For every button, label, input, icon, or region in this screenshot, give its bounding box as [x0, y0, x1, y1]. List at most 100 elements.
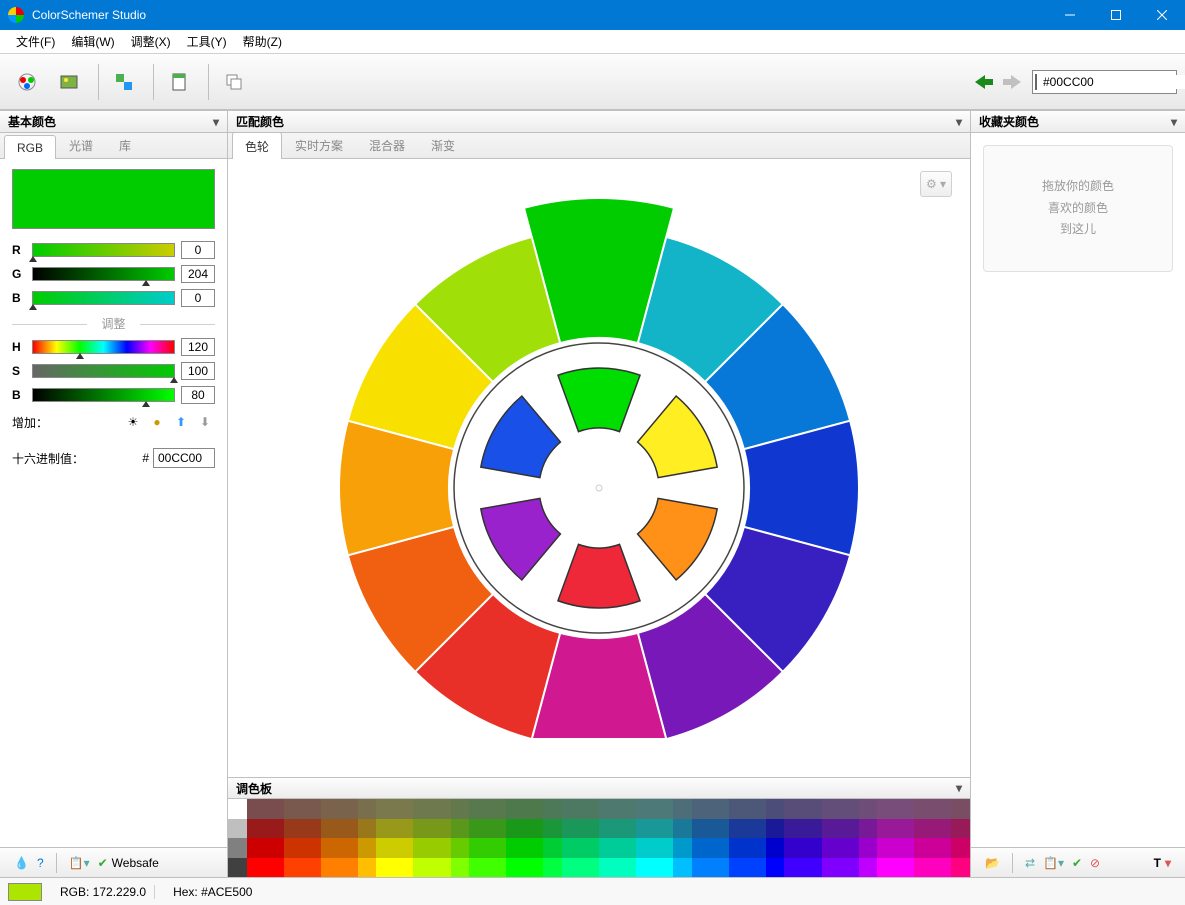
palette-cell[interactable] [747, 838, 766, 858]
palette-cell[interactable] [321, 858, 340, 878]
palette-cell[interactable] [840, 858, 859, 878]
palette-cell[interactable] [228, 838, 247, 858]
palette-cell[interactable] [284, 799, 303, 819]
fav-swap-button[interactable]: ⇄ [1021, 854, 1039, 872]
palette-cell[interactable] [228, 799, 247, 819]
palette-cell[interactable] [413, 799, 432, 819]
palette-cell[interactable] [914, 838, 933, 858]
favorites-drop-zone[interactable]: 拖放你的颜色 喜欢的颜色 到这儿 [983, 145, 1173, 272]
palette-cell[interactable] [265, 858, 284, 878]
palette-cell[interactable] [933, 819, 952, 839]
palette-cell[interactable] [896, 858, 915, 878]
palette-cell[interactable] [413, 819, 432, 839]
palette-cell[interactable] [284, 819, 303, 839]
tab-rgb[interactable]: RGB [4, 135, 56, 159]
hex-input[interactable] [153, 448, 215, 468]
palette-cell[interactable] [395, 858, 414, 878]
nav-forward-button[interactable] [1000, 70, 1024, 94]
palette-cell[interactable] [618, 819, 637, 839]
tab-spectrum[interactable]: 光谱 [56, 131, 106, 158]
palette-cell[interactable] [859, 819, 878, 839]
palette-cell[interactable] [859, 799, 878, 819]
palette-cell[interactable] [896, 819, 915, 839]
slider-s[interactable] [32, 364, 175, 378]
palette-cell[interactable] [673, 819, 692, 839]
palette-cell[interactable] [488, 819, 507, 839]
fav-text-button[interactable]: T▾ [1150, 854, 1175, 872]
websafe-button[interactable]: ✔ Websafe [94, 854, 163, 872]
palette-cell[interactable] [784, 858, 803, 878]
palette-cell[interactable] [710, 819, 729, 839]
color-wheel[interactable] [329, 198, 869, 738]
nav-back-button[interactable] [972, 70, 996, 94]
palette-cell[interactable] [395, 799, 414, 819]
palette-cell[interactable] [302, 799, 321, 819]
palette-cell[interactable] [302, 819, 321, 839]
palette-cell[interactable] [432, 799, 451, 819]
palette-cell[interactable] [840, 819, 859, 839]
palette-cell[interactable] [933, 799, 952, 819]
palette-cell[interactable] [543, 838, 562, 858]
palette-cell[interactable] [580, 838, 599, 858]
slider-r[interactable] [32, 243, 175, 257]
palette-cell[interactable] [321, 819, 340, 839]
palette-cell[interactable] [840, 799, 859, 819]
palette-cell[interactable] [803, 838, 822, 858]
palette-cell[interactable] [692, 858, 711, 878]
slider-value-b[interactable]: 0 [181, 289, 215, 307]
palette-cell[interactable] [469, 838, 488, 858]
palette-cell[interactable] [339, 819, 358, 839]
palette-cell[interactable] [469, 858, 488, 878]
palette-cell[interactable] [877, 799, 896, 819]
minimize-button[interactable] [1047, 0, 1093, 30]
palette-cell[interactable] [766, 819, 785, 839]
palette-cell[interactable] [358, 858, 377, 878]
palette-cell[interactable] [840, 838, 859, 858]
slider-g[interactable] [32, 267, 175, 281]
tab-gradient[interactable]: 渐变 [418, 131, 468, 158]
palette-cell[interactable] [432, 838, 451, 858]
palette-cell[interactable] [933, 858, 952, 878]
slider-value-h[interactable]: 120 [181, 338, 215, 356]
palette-cell[interactable] [247, 819, 266, 839]
palette-cell[interactable] [951, 858, 970, 878]
palette-cell[interactable] [692, 799, 711, 819]
palette-cell[interactable] [488, 799, 507, 819]
palette-cell[interactable] [413, 858, 432, 878]
palette-cell[interactable] [543, 819, 562, 839]
slider-value-s[interactable]: 100 [181, 362, 215, 380]
palette-cell[interactable] [376, 858, 395, 878]
copy-button[interactable]: 📋▾ [65, 854, 94, 872]
hex-combo-input[interactable] [1043, 75, 1185, 89]
palette-cell[interactable] [265, 838, 284, 858]
close-button[interactable] [1139, 0, 1185, 30]
palette-cell[interactable] [729, 858, 748, 878]
palette-cell[interactable] [877, 838, 896, 858]
palette-cell[interactable] [228, 858, 247, 878]
palette-cell[interactable] [580, 799, 599, 819]
tab-color-wheel[interactable]: 色轮 [232, 132, 282, 159]
palette-cell[interactable] [284, 838, 303, 858]
lighten-button[interactable]: ☀ [123, 412, 143, 432]
palette-cell[interactable] [339, 838, 358, 858]
palette-cell[interactable] [451, 799, 470, 819]
palette-cell[interactable] [618, 858, 637, 878]
palette-cell[interactable] [914, 858, 933, 878]
slider-value-r[interactable]: 0 [181, 241, 215, 259]
palette-cell[interactable] [896, 799, 915, 819]
palette-cell[interactable] [655, 858, 674, 878]
palette-cell[interactable] [784, 838, 803, 858]
tab-mixer[interactable]: 混合器 [356, 131, 418, 158]
palette-cell[interactable] [655, 799, 674, 819]
tool-copy-icon[interactable] [215, 63, 253, 101]
menu-edit[interactable]: 编辑(W) [63, 29, 122, 54]
hue-down-button[interactable]: ⬇ [195, 412, 215, 432]
palette-cell[interactable] [525, 819, 544, 839]
slider-h[interactable] [32, 340, 175, 354]
palette-cell[interactable] [265, 819, 284, 839]
help-button[interactable]: ? [33, 854, 48, 872]
palette-cell[interactable] [284, 858, 303, 878]
palette-cell[interactable] [525, 858, 544, 878]
palette-cell[interactable] [692, 838, 711, 858]
palette-cell[interactable] [580, 819, 599, 839]
